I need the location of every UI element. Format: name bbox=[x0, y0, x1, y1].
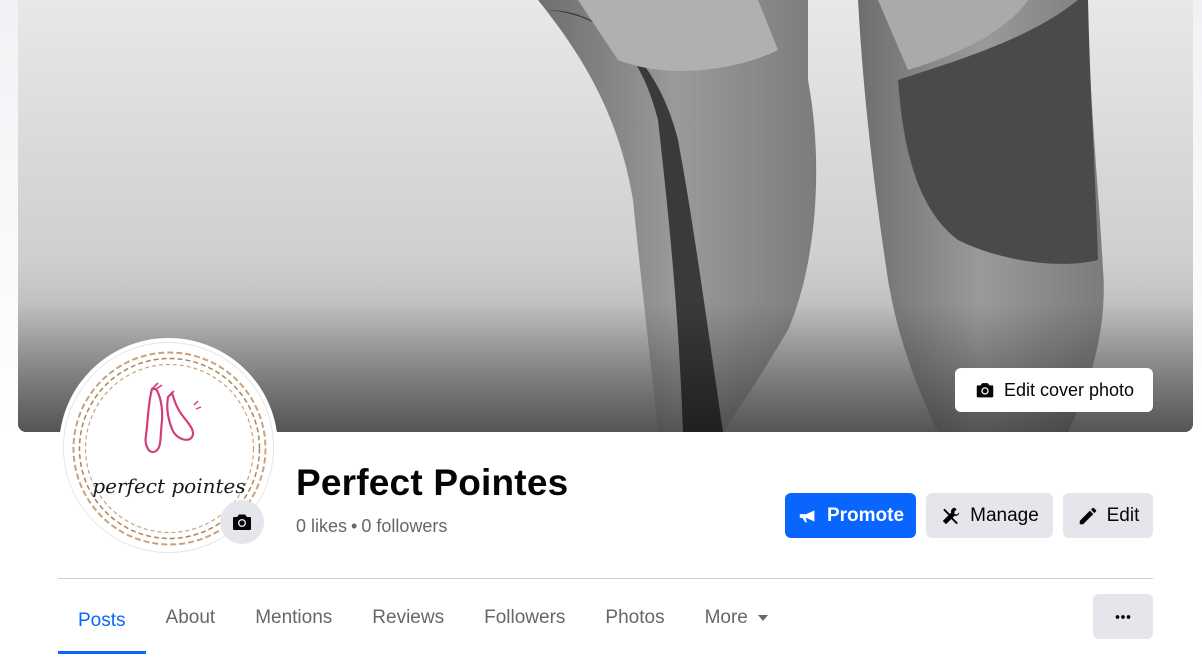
update-profile-picture-button[interactable] bbox=[220, 500, 264, 544]
promote-button[interactable]: Promote bbox=[785, 493, 916, 538]
tab-posts[interactable]: Posts bbox=[58, 588, 146, 654]
tab-mentions[interactable]: Mentions bbox=[235, 588, 352, 648]
edit-cover-photo-label: Edit cover photo bbox=[1003, 379, 1135, 400]
page-stats: 0 likes • 0 followers bbox=[296, 516, 447, 537]
camera-icon bbox=[976, 383, 994, 398]
page-tabs: Posts About Mentions Reviews Followers P… bbox=[58, 588, 790, 654]
pencil-icon bbox=[1079, 507, 1096, 524]
followers-count[interactable]: 0 followers bbox=[361, 516, 447, 536]
tab-more[interactable]: More bbox=[685, 588, 790, 648]
megaphone-icon bbox=[799, 510, 815, 522]
tab-more-label: More bbox=[704, 607, 748, 628]
caret-down-icon bbox=[757, 615, 768, 621]
more-options-button[interactable] bbox=[1093, 594, 1153, 639]
tab-reviews[interactable]: Reviews bbox=[352, 588, 464, 648]
promote-label: Promote bbox=[826, 504, 905, 526]
page-title: Perfect Pointes bbox=[296, 462, 569, 503]
tools-icon bbox=[942, 507, 960, 524]
stats-separator: • bbox=[351, 516, 358, 536]
camera-icon bbox=[233, 514, 251, 530]
tab-about[interactable]: About bbox=[146, 588, 236, 648]
edit-label: Edit bbox=[1106, 504, 1140, 526]
tab-photos[interactable]: Photos bbox=[585, 588, 684, 648]
logo-wordmark: perfect pointes bbox=[92, 474, 245, 498]
edit-cover-photo-button[interactable]: Edit cover photo bbox=[955, 368, 1153, 412]
likes-count[interactable]: 0 likes bbox=[296, 516, 347, 536]
manage-label: Manage bbox=[970, 504, 1039, 526]
tab-followers[interactable]: Followers bbox=[464, 588, 585, 648]
manage-button[interactable]: Manage bbox=[926, 493, 1053, 538]
edit-button[interactable]: Edit bbox=[1063, 493, 1153, 538]
ellipsis-icon bbox=[1115, 614, 1131, 619]
header-divider bbox=[58, 578, 1153, 579]
